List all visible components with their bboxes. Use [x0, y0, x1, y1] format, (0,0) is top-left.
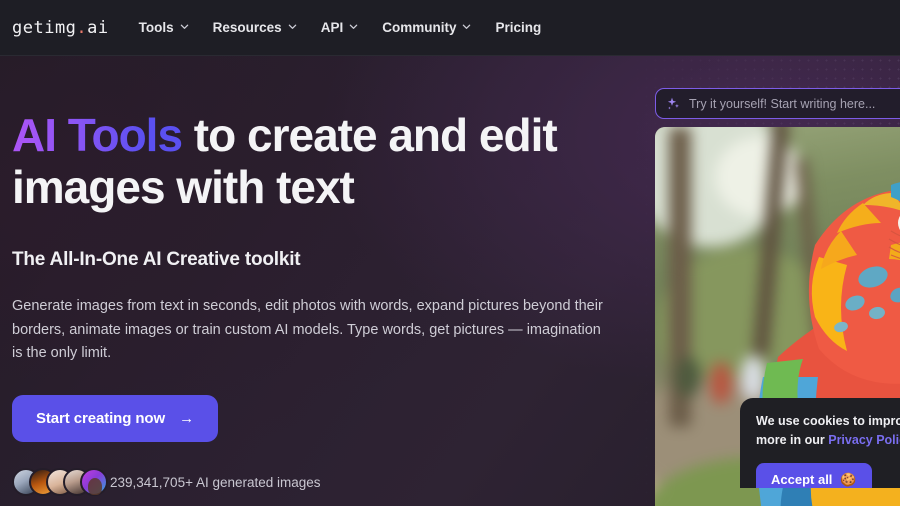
hero-subheading: The All-In-One AI Creative toolkit: [12, 249, 301, 271]
avatar-stack: [12, 468, 108, 497]
start-creating-button[interactable]: Start creating now →: [12, 395, 218, 443]
prompt-placeholder-text: Try it yourself! Start writing here...: [689, 96, 876, 111]
avatar: [80, 468, 108, 497]
chevron-down-icon: [349, 22, 358, 31]
prompt-input[interactable]: Try it yourself! Start writing here...: [655, 88, 900, 119]
nav-item-label: Pricing: [495, 20, 542, 35]
cookie-consent-banner: We use cookies to improv more in our Pri…: [740, 398, 900, 488]
chevron-down-icon: [288, 22, 297, 31]
accept-label: Accept all: [771, 472, 833, 488]
headline-accent: AI Tools: [12, 109, 183, 161]
cookie-icon: 🍪: [840, 471, 857, 487]
landing-page: getimg.ai Tools Resources API Community …: [0, 0, 900, 506]
top-navbar: getimg.ai Tools Resources API Community …: [0, 0, 900, 56]
cta-label: Start creating now: [36, 410, 166, 428]
nav-item-label: Community: [382, 20, 457, 35]
nav-item-label: Resources: [212, 20, 282, 35]
demo-panel: Try it yourself! Start writing here...: [655, 88, 900, 506]
generated-images-count: 239,341,705+ AI generated images: [110, 474, 321, 490]
sparkles-icon: [666, 96, 681, 111]
nav-item-pricing[interactable]: Pricing: [495, 20, 541, 35]
logo-dot: .: [76, 17, 88, 38]
chevron-down-icon: [462, 22, 471, 31]
page-title: AI Tools to create and edit images with …: [12, 109, 632, 213]
nav-item-label: API: [320, 20, 344, 35]
arrow-right-icon: →: [179, 410, 194, 428]
nav-item-api[interactable]: API: [321, 20, 359, 35]
site-logo[interactable]: getimg.ai: [12, 18, 109, 38]
hero-copy: AI Tools to create and edit images with …: [12, 56, 632, 497]
nav-item-tools[interactable]: Tools: [139, 20, 189, 35]
social-proof: 239,341,705+ AI generated images: [12, 468, 632, 497]
nav-links: Tools Resources API Community Pricing: [139, 20, 542, 35]
accept-all-button[interactable]: Accept all 🍪: [756, 462, 872, 488]
nav-item-resources[interactable]: Resources: [213, 20, 297, 35]
cookie-text-line-1: We use cookies to improv: [756, 414, 900, 428]
hero-body-text: Generate images from text in seconds, ed…: [12, 298, 603, 361]
nav-item-label: Tools: [138, 20, 174, 35]
logo-name: getimg: [12, 17, 77, 38]
cookie-text-line-2: more in our Privacy Policy: [756, 431, 900, 450]
privacy-policy-link[interactable]: Privacy Policy: [828, 433, 900, 447]
cookie-text-prefix: more in our: [756, 433, 829, 448]
chevron-down-icon: [180, 22, 189, 31]
nav-item-community[interactable]: Community: [382, 20, 471, 35]
logo-suffix: ai: [87, 17, 109, 38]
